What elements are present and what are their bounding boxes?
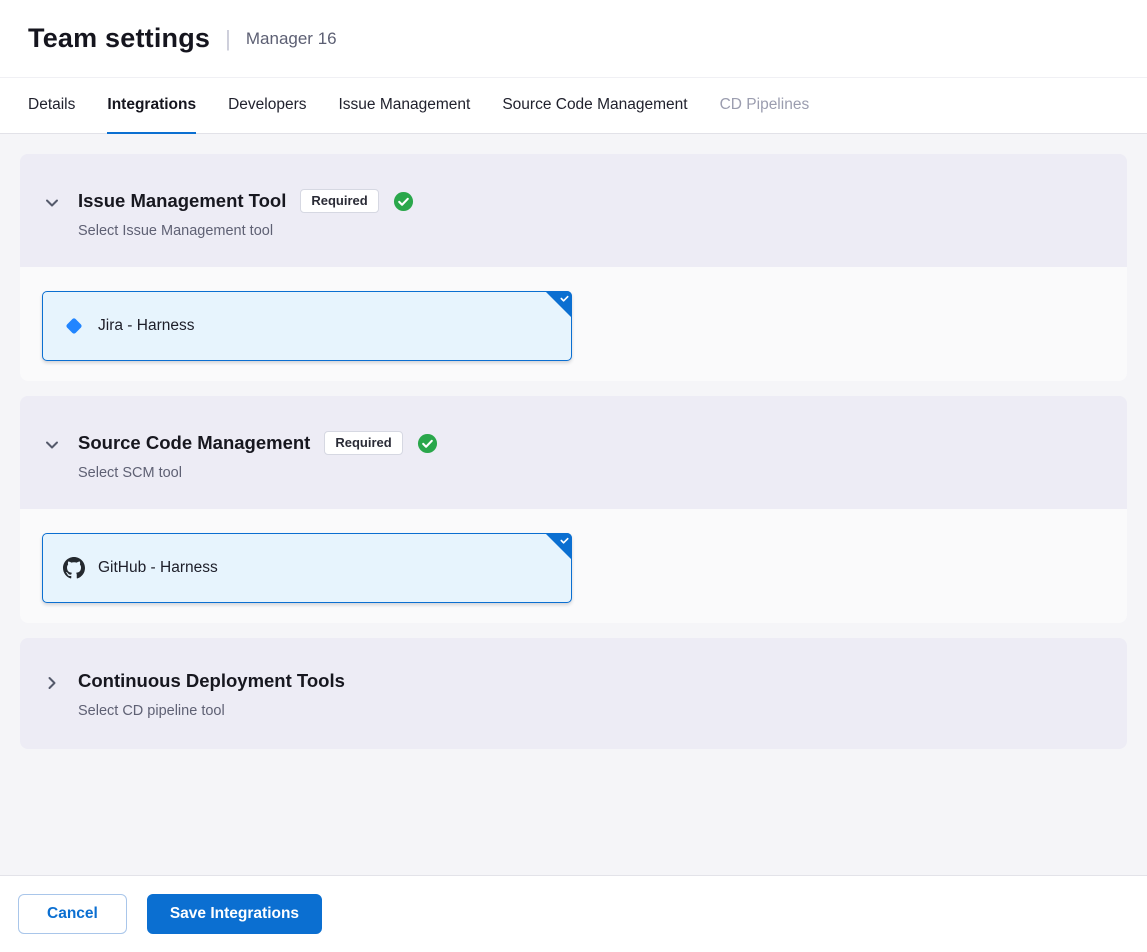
tool-card-label: Jira - Harness	[98, 317, 194, 335]
section-source-code-management: Source Code Management Required Select S…	[20, 396, 1127, 623]
section-header-text: Issue Management Tool Required Select Is…	[78, 188, 414, 239]
tab-issue-management[interactable]: Issue Management	[339, 78, 471, 134]
section-cd-header[interactable]: Continuous Deployment Tools Select CD pi…	[20, 638, 1127, 749]
section-scm-body: GitHub - Harness	[20, 509, 1127, 623]
required-badge: Required	[300, 189, 378, 213]
cancel-button[interactable]: Cancel	[18, 894, 127, 934]
section-issue-management-body: Jira - Harness	[20, 267, 1127, 381]
tool-card-github-harness[interactable]: GitHub - Harness	[42, 533, 572, 603]
section-continuous-deployment: Continuous Deployment Tools Select CD pi…	[20, 638, 1127, 749]
section-subtitle: Select CD pipeline tool	[78, 703, 345, 719]
section-header-text: Continuous Deployment Tools Select CD pi…	[78, 668, 345, 719]
selected-check-icon	[545, 291, 572, 318]
github-logo-icon	[63, 557, 85, 579]
page-header: Team settings | Manager 16	[0, 0, 1147, 78]
chevron-down-icon	[42, 435, 62, 455]
team-name-label: Manager 16	[246, 29, 337, 49]
section-title-row: Continuous Deployment Tools	[78, 668, 345, 694]
page-title: Team settings	[28, 23, 210, 54]
success-check-icon	[393, 191, 414, 212]
tab-source-code-management[interactable]: Source Code Management	[502, 78, 687, 134]
section-title-row: Source Code Management Required	[78, 430, 438, 456]
tab-developers[interactable]: Developers	[228, 78, 306, 134]
selected-check-icon	[545, 533, 572, 560]
tab-details[interactable]: Details	[28, 78, 75, 134]
title-divider: |	[225, 26, 231, 52]
settings-tab-bar: Details Integrations Developers Issue Ma…	[0, 78, 1147, 134]
required-badge: Required	[324, 431, 402, 455]
section-scm-header[interactable]: Source Code Management Required Select S…	[20, 396, 1127, 509]
chevron-down-icon	[42, 193, 62, 213]
tool-card-jira-harness[interactable]: Jira - Harness	[42, 291, 572, 361]
tab-cd-pipelines: CD Pipelines	[720, 78, 810, 134]
section-title-row: Issue Management Tool Required	[78, 188, 414, 214]
section-subtitle: Select Issue Management tool	[78, 223, 414, 239]
integrations-panel: Issue Management Tool Required Select Is…	[0, 134, 1147, 875]
section-subtitle: Select SCM tool	[78, 465, 438, 481]
section-title: Continuous Deployment Tools	[78, 670, 345, 692]
chevron-right-icon	[42, 673, 62, 693]
tab-integrations[interactable]: Integrations	[107, 78, 196, 134]
action-footer: Cancel Save Integrations	[0, 875, 1147, 952]
save-integrations-button[interactable]: Save Integrations	[147, 894, 322, 934]
team-settings-page: Team settings | Manager 16 Details Integ…	[0, 0, 1147, 952]
section-title: Source Code Management	[78, 432, 310, 454]
tool-card-label: GitHub - Harness	[98, 559, 218, 577]
section-header-text: Source Code Management Required Select S…	[78, 430, 438, 481]
success-check-icon	[417, 433, 438, 454]
section-title: Issue Management Tool	[78, 190, 286, 212]
jira-logo-icon	[63, 315, 85, 337]
section-issue-management-tool: Issue Management Tool Required Select Is…	[20, 154, 1127, 381]
section-issue-management-header[interactable]: Issue Management Tool Required Select Is…	[20, 154, 1127, 267]
